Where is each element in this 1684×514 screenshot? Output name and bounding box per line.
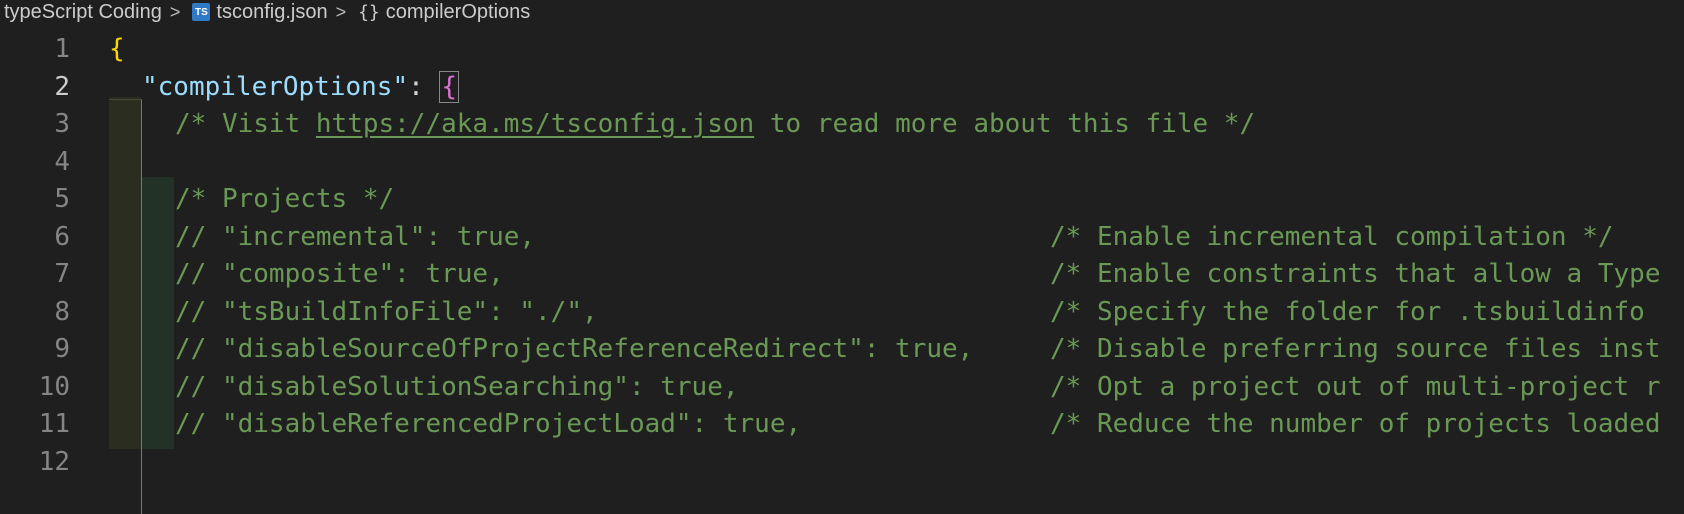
code-line-10[interactable]: 10 // "disableSolutionSearching": true, …	[0, 367, 1684, 408]
breadcrumb-symbol[interactable]: {} compilerOptions	[354, 1, 530, 24]
option-comment: // "incremental": true,	[175, 221, 536, 252]
code-line-7[interactable]: 7 // "composite": true, /* Enable constr…	[0, 254, 1684, 295]
line-number: 5	[54, 184, 70, 215]
line-number: 12	[38, 446, 70, 477]
comment-link[interactable]: https://aka.ms/tsconfig.json	[316, 109, 754, 139]
line-number: 10	[38, 371, 70, 402]
code-line-8[interactable]: 8 // "tsBuildInfoFile": "./", /* Specify…	[0, 292, 1684, 333]
breadcrumb-symbol-label: compilerOptions	[385, 0, 531, 23]
option-comment: // "disableSourceOfProjectReferenceRedir…	[175, 334, 974, 365]
line-number: 1	[54, 34, 70, 65]
breadcrumb-folder[interactable]: typeScript Coding	[0, 1, 162, 24]
line-number: 2	[54, 71, 70, 102]
option-description: /* Enable constraints that allow a Type	[1050, 259, 1661, 290]
breadcrumb-file-label: tsconfig.json	[216, 0, 328, 23]
line-number: 3	[54, 109, 70, 140]
object-symbol-icon: {}	[358, 1, 380, 23]
line-number: 8	[54, 296, 70, 327]
option-description: /* Opt a project out of multi-project r	[1050, 371, 1661, 402]
line-number: 9	[54, 334, 70, 365]
code-line-9[interactable]: 9 // "disableSourceOfProjectReferenceRed…	[0, 329, 1684, 370]
option-description: /* Specify the folder for .tsbuildinfo	[1050, 296, 1645, 327]
option-description: /* Disable preferring source files inst	[1050, 334, 1661, 365]
line-number: 11	[38, 409, 70, 440]
json-key: "compilerOptions"	[142, 71, 409, 102]
code-editor[interactable]: 1 { 2 "compilerOptions": { 3 /* Visit ht…	[0, 29, 1684, 514]
chevron-right-icon: >	[169, 1, 181, 22]
line-number: 6	[54, 221, 70, 252]
option-comment: // "disableSolutionSearching": true,	[175, 371, 739, 402]
code-line-3[interactable]: 3 /* Visit https://aka.ms/tsconfig.json …	[0, 104, 1684, 145]
breadcrumb-folder-label: typeScript Coding	[4, 0, 162, 23]
breadcrumb: typeScript Coding > TS tsconfig.json > {…	[0, 0, 1684, 24]
breadcrumb-file[interactable]: TS tsconfig.json	[188, 0, 328, 24]
section-comment: /* Projects */	[175, 184, 395, 215]
line-content: /* Visit https://aka.ms/tsconfig.json to…	[175, 109, 1255, 139]
option-description: /* Enable incremental compilation */	[1050, 221, 1614, 252]
typescript-file-icon: TS	[192, 3, 211, 21]
code-line-2[interactable]: 2 "compilerOptions": {	[0, 67, 1684, 108]
line-content: "compilerOptions": {	[142, 70, 460, 103]
chevron-right-icon: >	[335, 1, 347, 22]
line-content: {	[109, 34, 125, 64]
code-line-5[interactable]: 5 /* Projects */	[0, 179, 1684, 220]
open-brace-matched: {	[439, 70, 460, 103]
option-comment: // "tsBuildInfoFile": "./",	[175, 296, 598, 327]
json-colon: :	[408, 71, 440, 102]
code-line-12[interactable]: 12	[0, 442, 1684, 483]
comment-text: /* Visit	[175, 109, 316, 140]
line-number: 7	[54, 259, 70, 290]
code-line-11[interactable]: 11 // "disableReferencedProjectLoad": tr…	[0, 404, 1684, 445]
option-comment: // "composite": true,	[175, 259, 504, 290]
code-line-4[interactable]: 4	[0, 142, 1684, 183]
option-comment: // "disableReferencedProjectLoad": true,	[175, 409, 802, 440]
comment-text: to read more about this file */	[754, 109, 1256, 140]
open-brace: {	[109, 34, 125, 65]
option-description: /* Reduce the number of projects loaded	[1050, 409, 1661, 440]
line-number: 4	[54, 146, 70, 177]
code-line-6[interactable]: 6 // "incremental": true, /* Enable incr…	[0, 217, 1684, 258]
code-line-1[interactable]: 1 {	[0, 29, 1684, 70]
